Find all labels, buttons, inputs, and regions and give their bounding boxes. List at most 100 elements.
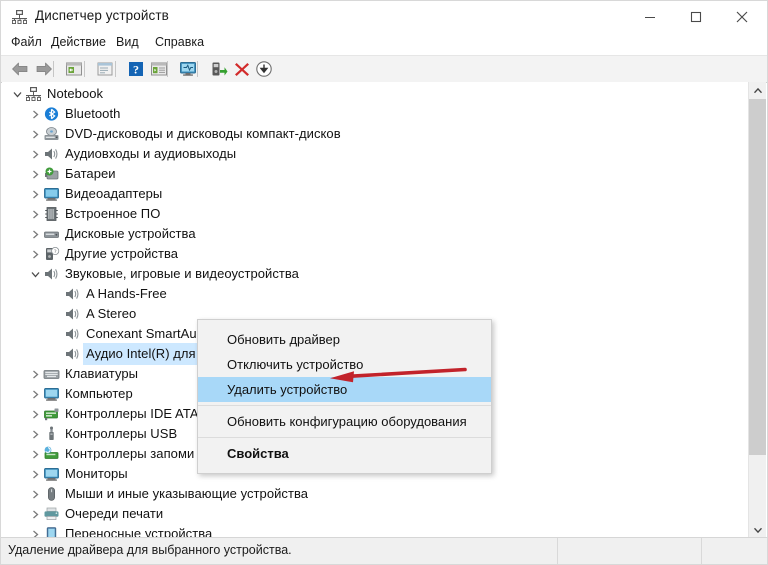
update-driver-icon [212,62,228,76]
ctx-uninstall-device[interactable]: Удалить устройство [198,377,491,402]
disable-device-button[interactable] [253,59,275,79]
tree-node-disk-drives[interactable]: Дисковые устройства [28,224,196,244]
panel-icon [151,62,167,76]
toolbar-separator [167,61,168,77]
forward-button[interactable] [33,59,55,79]
chevron-right-icon[interactable] [28,364,43,384]
keyboard-icon [43,366,60,382]
tree-node-audio-intel-selected[interactable]: Аудио Intel(R) для [64,343,200,365]
show-hide-tree-button[interactable] [63,59,85,79]
tree-node-monitors[interactable]: Мониторы [28,464,128,484]
scrollbar-thumb[interactable] [749,99,766,455]
tree-node-sound-video-game[interactable]: Звуковые, игровые и видеоустройства [28,264,299,284]
status-text: Удаление драйвера для выбранного устройс… [8,543,292,557]
tree-panel-icon [66,62,82,76]
tree-node-computer[interactable]: Компьютер [28,384,133,404]
tree-node-a-stereo[interactable]: A Stereo [64,304,136,324]
back-button[interactable] [9,59,31,79]
ctx-properties[interactable]: Свойства [198,441,491,466]
chevron-right-icon[interactable] [28,444,43,464]
uninstall-device-button[interactable] [231,59,253,79]
chevron-right-icon[interactable] [28,104,43,124]
chevron-right-icon[interactable] [28,204,43,224]
tree-node-audio-io[interactable]: Аудиовходы и аудиовыходы [28,144,236,164]
chevron-right-icon[interactable] [28,464,43,484]
menu-file[interactable]: Файл [9,35,44,53]
toolbar-separator [197,61,198,77]
red-x-icon [235,63,249,76]
tree-node-dvd-drives[interactable]: DVD-дисководы и дисководы компакт-дисков [28,124,341,144]
chevron-right-icon[interactable] [28,484,43,504]
tree-node-label: Компьютер [65,386,133,401]
tree-node-label: Переносные устройства [65,526,213,538]
help-button[interactable]: ? [125,59,147,79]
tree-node-label: DVD-дисководы и дисководы компакт-дисков [65,126,341,141]
chevron-down-icon[interactable] [28,264,43,284]
tree-node-mice[interactable]: Мыши и иные указывающие устройства [28,484,308,504]
menu-top-padding [198,320,491,327]
chevron-right-icon[interactable] [28,404,43,424]
ctx-update-driver[interactable]: Обновить драйвер [198,327,491,352]
maximize-icon [690,11,702,23]
ctx-item-label: Отключить устройство [227,357,364,372]
chevron-right-icon[interactable] [28,224,43,244]
tree-node-label: Очереди печати [65,506,164,521]
monitor-scan-icon [180,62,196,76]
update-driver-button[interactable] [208,59,230,79]
tree-node-label: Контроллеры IDE ATA [65,406,199,421]
chevron-down-icon[interactable] [10,84,25,104]
tree-node-bluetooth[interactable]: Bluetooth [28,104,120,124]
ctx-scan-hardware[interactable]: Обновить конфигурацию оборудования [198,409,491,434]
context-menu[interactable]: Обновить драйвер Отключить устройство Уд… [197,319,492,474]
arrow-right-icon [36,62,52,76]
maximize-button[interactable] [673,1,719,33]
chevron-right-icon[interactable] [28,124,43,144]
menu-action[interactable]: Действие [49,35,108,53]
tree-node-label: Контроллеры USB [65,426,178,441]
chevron-right-icon[interactable] [28,424,43,444]
chevron-up-icon [753,87,762,93]
chevron-right-icon[interactable] [28,504,43,524]
tree-node-label: Мыши и иные указывающие устройства [65,486,309,501]
tree-node-print-queues[interactable]: Очереди печати [28,504,163,524]
minimize-button[interactable] [627,1,673,33]
menu-help[interactable]: Справка [153,35,206,53]
close-icon [736,11,748,23]
chevron-right-icon[interactable] [28,164,43,184]
speaker-icon [43,266,60,282]
properties-button[interactable] [94,59,116,79]
scroll-up-button[interactable] [749,82,766,99]
chevron-right-icon[interactable] [28,144,43,164]
chevron-right-icon[interactable] [28,384,43,404]
tree-node-storage-controllers[interactable]: Контроллеры запоми [28,444,194,464]
tree-node-ide-ata-controllers[interactable]: Контроллеры IDE ATA [28,404,199,424]
tree-node-label: Дисковые устройства [65,226,196,241]
tree-node-other-devices[interactable]: ? Другие устройства [28,244,178,264]
scroll-down-button[interactable] [749,521,766,538]
tree-node-notebook[interactable]: Notebook [10,84,103,104]
tree-node-keyboards[interactable]: Клавиатуры [28,364,138,384]
scan-hardware-button[interactable] [177,59,199,79]
tree-node-display-adapters[interactable]: Видеоадаптеры [28,184,162,204]
vertical-scrollbar[interactable] [748,82,766,538]
tree-node-label: Звуковые, игровые и видеоустройства [65,266,299,281]
ide-controller-icon [43,406,60,422]
properties-icon [97,62,113,76]
tree-node-label: Мониторы [65,466,128,481]
ctx-disable-device[interactable]: Отключить устройство [198,352,491,377]
chevron-right-icon[interactable] [28,524,43,538]
tree-node-portable-devices[interactable]: Переносные устройства [28,524,212,538]
chevron-right-icon[interactable] [28,244,43,264]
tree-node-a-hands-free[interactable]: A Hands-Free [64,284,167,304]
printer-icon [43,506,60,522]
speaker-icon [64,346,81,362]
menu-separator [198,437,491,438]
speaker-icon [64,306,81,322]
menu-view[interactable]: Вид [114,35,141,53]
speaker-icon [43,146,60,162]
close-button[interactable] [719,1,765,33]
tree-node-batteries[interactable]: Батареи [28,164,116,184]
tree-node-firmware[interactable]: Встроенное ПО [28,204,160,224]
chevron-right-icon[interactable] [28,184,43,204]
tree-node-usb-controllers[interactable]: Контроллеры USB [28,424,177,444]
